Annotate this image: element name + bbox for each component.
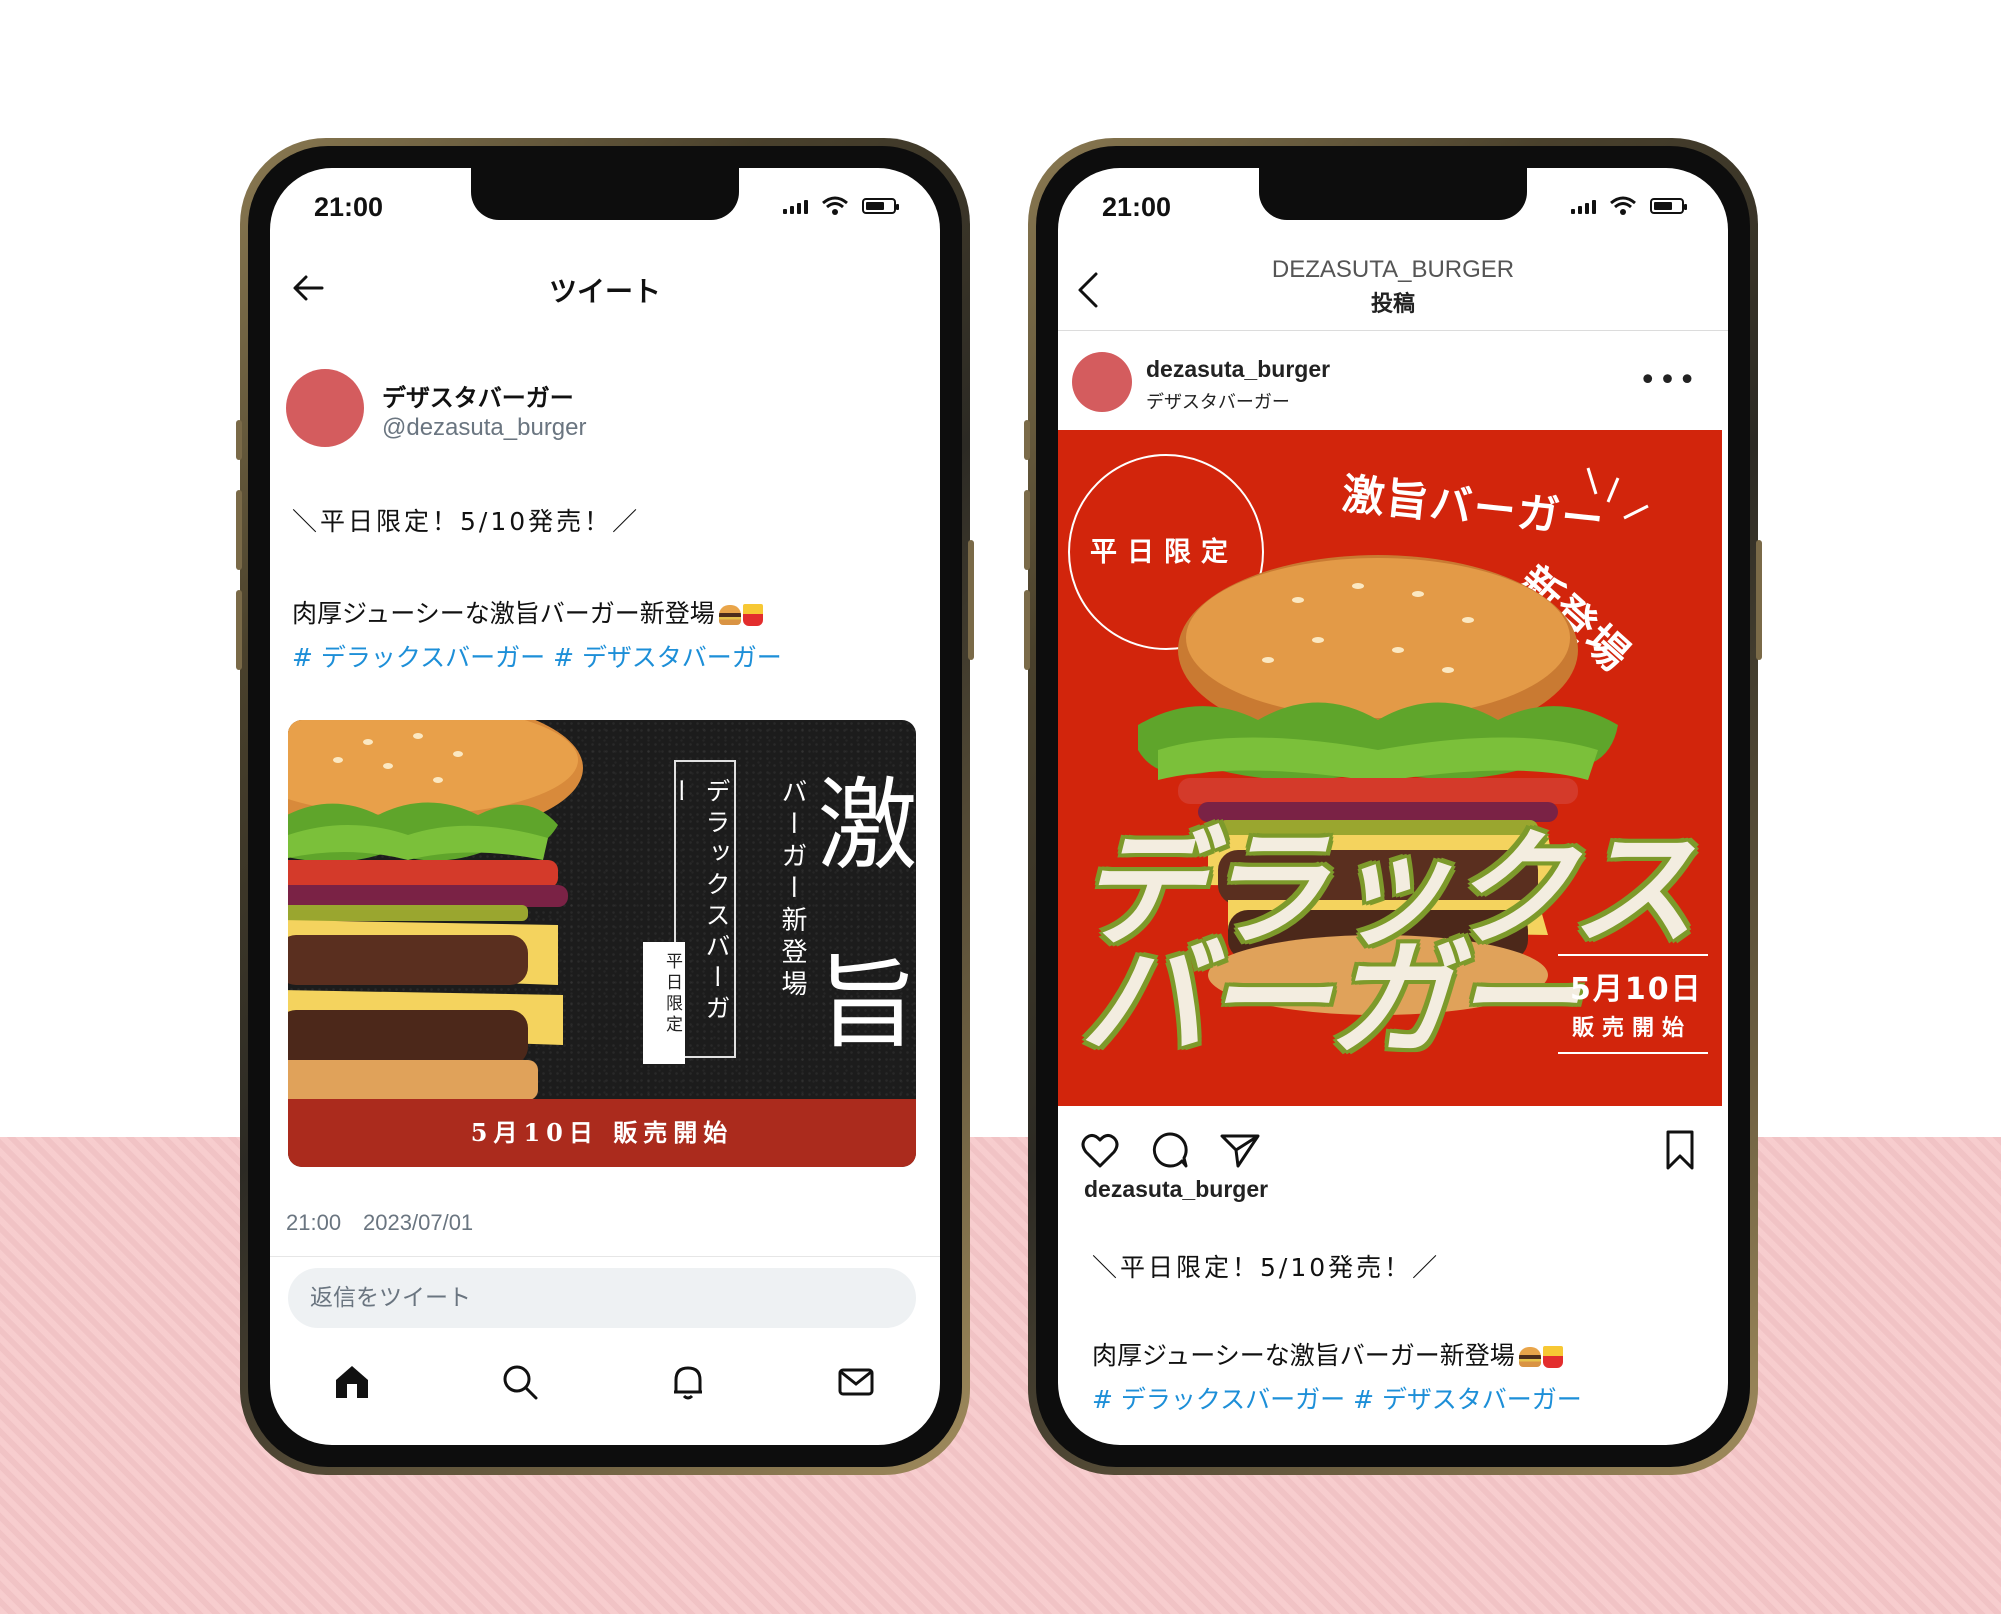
sale-date: 5月10日: [1570, 972, 1703, 1007]
headline-text: 激旨バーガー: [1339, 468, 1608, 546]
avatar[interactable]: [286, 369, 364, 447]
user-handle[interactable]: @dezasuta_burger: [382, 414, 587, 442]
wifi-icon: [1610, 196, 1636, 215]
side-button: [968, 540, 974, 660]
signal-icon: [1571, 198, 1596, 214]
heart-icon[interactable]: [1078, 1128, 1122, 1172]
send-icon[interactable]: [1218, 1128, 1262, 1172]
side-button: [236, 590, 242, 670]
battery-icon: [862, 198, 899, 214]
username[interactable]: dezasuta_burger: [1146, 356, 1330, 383]
display-name: デザスタバーガー: [1146, 392, 1290, 413]
burger-emoji-icon: [718, 605, 741, 625]
phone-left: 21:00 ツイート デザスタバーガー @dezasuta_burger ＼平日…: [240, 138, 970, 1475]
date-rule-bottom: [1558, 1052, 1708, 1054]
side-button: [1756, 540, 1762, 660]
post-text-line2: 肉厚ジューシーな激旨バーガー新登場: [1092, 1336, 1563, 1372]
reply-input[interactable]: 返信をツイート: [288, 1268, 916, 1328]
phone-right: 21:00 DEZASUTA_BURGER 投稿 dezasuta_burger…: [1028, 138, 1758, 1475]
avatar[interactable]: [1072, 352, 1132, 412]
post-text-line1: ＼平日限定！5/10発売！／: [1092, 1253, 1441, 1282]
side-button: [236, 420, 242, 460]
bottom-nav: [270, 1360, 940, 1430]
comment-icon[interactable]: [1148, 1128, 1192, 1172]
instagram-screen: 21:00 DEZASUTA_BURGER 投稿 dezasuta_burger…: [1058, 168, 1728, 1445]
headline-char-1: 激: [800, 772, 916, 872]
home-icon[interactable]: [330, 1360, 374, 1404]
divider: [270, 1256, 940, 1257]
bell-icon[interactable]: [666, 1360, 710, 1404]
wifi-icon: [822, 196, 848, 215]
page-title: 投稿: [1370, 292, 1415, 317]
display-name[interactable]: デザスタバーガー: [382, 378, 574, 413]
sale-banner: 5月10日 販売開始: [288, 1099, 916, 1167]
post-text: 肉厚ジューシーな激旨バーガー新登場: [1092, 1341, 1515, 1370]
limited-badge: 平日限定: [643, 942, 685, 1064]
bookmark-icon[interactable]: [1658, 1128, 1702, 1172]
hashtags[interactable]: # デラックスバーガー # デザスタバーガー: [292, 638, 782, 674]
post-text-line1: ＼平日限定！5/10発売！／: [292, 507, 641, 536]
status-icons: [1571, 196, 1687, 216]
account-title: DEZASUTA_BURGER: [1271, 256, 1515, 283]
signal-icon: [783, 198, 808, 214]
more-options-icon[interactable]: •••: [1639, 366, 1698, 396]
subheadline-text: バーガー新登場: [777, 778, 807, 1002]
date-rule-top: [1558, 954, 1708, 956]
status-icons: [783, 196, 899, 216]
page-title: ツイート: [548, 276, 661, 307]
product-title-line2: バーガー: [1080, 926, 1578, 1073]
post-text: 肉厚ジューシーな激旨バーガー新登場: [292, 599, 715, 628]
battery-icon: [1650, 198, 1687, 214]
post-text-line2: 肉厚ジューシーな激旨バーガー新登場: [292, 594, 763, 630]
hashtags[interactable]: # デラックスバーガー # デザスタバーガー: [1092, 1380, 1582, 1416]
accent-rays: [1586, 467, 1649, 520]
fries-emoji-icon: [1542, 1346, 1563, 1368]
burger-photo: [288, 720, 583, 1100]
sale-start: 販売開始: [1572, 1016, 1693, 1041]
tweet-timestamp: 21:00 2023/07/01: [286, 1210, 474, 1235]
action-bar: [1058, 1116, 1728, 1176]
notch: [471, 168, 739, 220]
headline-char-2: 旨: [800, 950, 916, 1050]
side-button: [1024, 590, 1030, 670]
side-button: [1024, 420, 1030, 460]
status-time: 21:00: [1102, 192, 1172, 222]
divider: [1058, 330, 1728, 331]
side-button: [236, 490, 242, 570]
side-button: [1024, 490, 1030, 570]
post-image[interactable]: 激 旨 バーガー新登場 デラックスバーガー 平日限定 5月10日 販売開始: [288, 720, 916, 1167]
caption-username[interactable]: dezasuta_burger: [1084, 1176, 1268, 1203]
tweet-screen: 21:00 ツイート デザスタバーガー @dezasuta_burger ＼平日…: [270, 168, 940, 1445]
burger-emoji-icon: [1518, 1347, 1541, 1367]
status-time: 21:00: [314, 192, 384, 222]
mail-icon[interactable]: [834, 1360, 878, 1404]
post-image[interactable]: 平日限定 激旨バーガー 新登場 デラックス バーガー 5月10日 販売開始: [1058, 430, 1722, 1106]
search-icon[interactable]: [498, 1360, 542, 1404]
notch: [1259, 168, 1527, 220]
fries-emoji-icon: [742, 604, 763, 626]
